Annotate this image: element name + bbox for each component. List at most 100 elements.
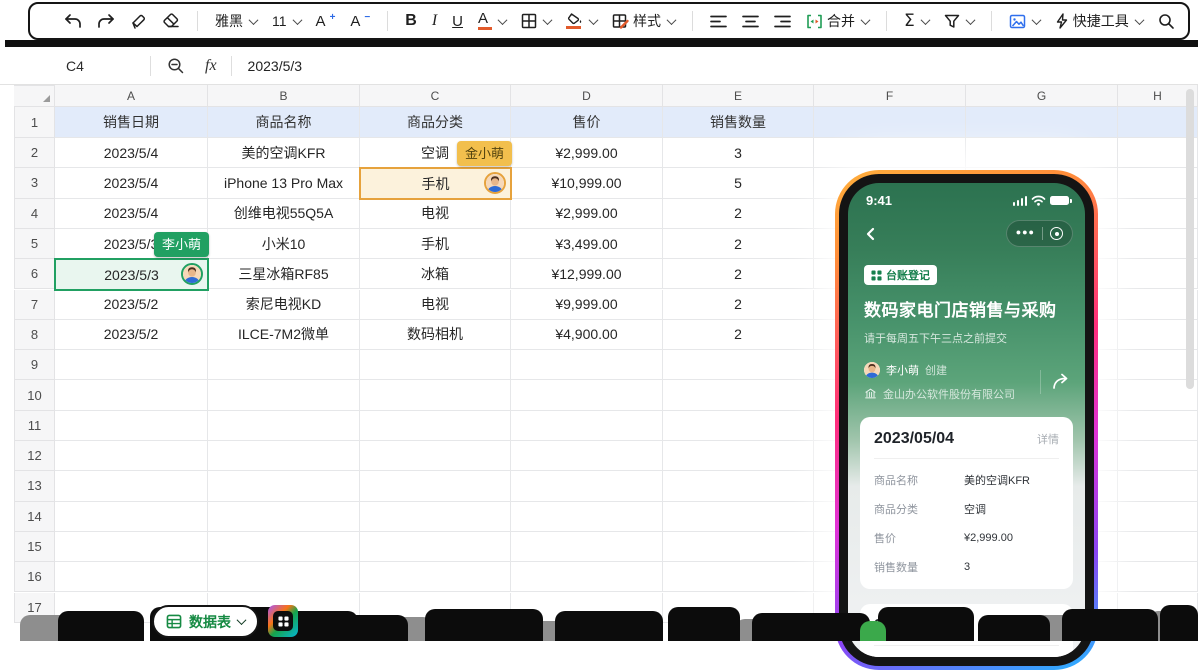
cell-B12[interactable] xyxy=(208,441,360,471)
cell-style-button[interactable]: 样式 xyxy=(612,11,675,31)
cell-G1[interactable] xyxy=(966,107,1118,138)
cell-B3[interactable]: iPhone 13 Pro Max xyxy=(208,168,360,198)
column-header-F[interactable]: F xyxy=(814,85,966,107)
row-header-9[interactable]: 9 xyxy=(14,350,55,380)
cell-B5[interactable]: 小米10 xyxy=(208,229,360,259)
cell-H14[interactable] xyxy=(1118,502,1198,532)
cell-G2[interactable] xyxy=(966,138,1118,168)
cell-D4[interactable]: ¥2,999.00 xyxy=(511,199,663,229)
back-icon[interactable] xyxy=(864,227,876,241)
font-name-select[interactable]: 雅黑 xyxy=(215,11,257,31)
merge-cells-button[interactable]: 合并 xyxy=(806,11,869,31)
cell-A12[interactable] xyxy=(55,441,208,471)
align-right-button[interactable] xyxy=(774,15,791,28)
cell-B7[interactable]: 索尼电视KD xyxy=(208,290,360,320)
cell-A1[interactable]: 销售日期 xyxy=(55,107,208,138)
column-header-G[interactable]: G xyxy=(966,85,1118,107)
row-header-1[interactable]: 1 xyxy=(14,107,55,138)
cell-D3[interactable]: ¥10,999.00 xyxy=(511,168,663,198)
row-header-4[interactable]: 4 xyxy=(14,199,55,229)
apps-launcher-icon[interactable] xyxy=(268,605,298,637)
cell-A3[interactable]: 2023/5/4 xyxy=(55,168,208,198)
eraser-button[interactable] xyxy=(162,13,180,29)
row-header-3[interactable]: 3 xyxy=(14,168,55,198)
cell-B8[interactable]: ILCE-7M2微单 xyxy=(208,320,360,350)
sheet-tab-button[interactable]: 数据表 xyxy=(152,605,259,638)
cell-A10[interactable] xyxy=(55,380,208,410)
cell-E17[interactable] xyxy=(663,593,814,623)
align-center-button[interactable] xyxy=(742,15,759,28)
row-header-6[interactable]: 6 xyxy=(14,259,55,289)
cell-D7[interactable]: ¥9,999.00 xyxy=(511,290,663,320)
cell-E12[interactable] xyxy=(663,441,814,471)
cell-A13[interactable] xyxy=(55,471,208,501)
cell-C10[interactable] xyxy=(360,380,511,410)
cell-E9[interactable] xyxy=(663,350,814,380)
name-box[interactable]: C4 xyxy=(0,58,150,74)
row-header-16[interactable]: 16 xyxy=(14,562,55,592)
font-color-button[interactable]: A xyxy=(478,13,506,30)
cell-E15[interactable] xyxy=(663,532,814,562)
cell-F2[interactable] xyxy=(814,138,966,168)
zoom-out-icon[interactable] xyxy=(167,57,185,75)
cell-B11[interactable] xyxy=(208,411,360,441)
cell-E10[interactable] xyxy=(663,380,814,410)
cell-B15[interactable] xyxy=(208,532,360,562)
bold-button[interactable]: B xyxy=(405,12,417,30)
remote-selection-a6[interactable]: 2023/5/3 李小萌 xyxy=(54,258,209,291)
row-header-13[interactable]: 13 xyxy=(14,471,55,501)
cell-C8[interactable]: 数码相机 xyxy=(360,320,511,350)
share-icon[interactable] xyxy=(1051,372,1073,392)
cell-D8[interactable]: ¥4,900.00 xyxy=(511,320,663,350)
cell-C14[interactable] xyxy=(360,502,511,532)
cell-A14[interactable] xyxy=(55,502,208,532)
cell-B2[interactable]: 美的空调KFR xyxy=(208,138,360,168)
cell-B16[interactable] xyxy=(208,562,360,592)
row-header-11[interactable]: 11 xyxy=(14,411,55,441)
cell-E7[interactable]: 2 xyxy=(663,290,814,320)
italic-button[interactable]: I xyxy=(432,12,437,30)
cell-D2[interactable]: ¥2,999.00 xyxy=(511,138,663,168)
increase-font-button[interactable]: A+ xyxy=(316,13,336,30)
cell-A9[interactable] xyxy=(55,350,208,380)
row-header-17[interactable]: 17 xyxy=(14,593,55,623)
cell-D5[interactable]: ¥3,499.00 xyxy=(511,229,663,259)
cell-C12[interactable] xyxy=(360,441,511,471)
cell-A4[interactable]: 2023/5/4 xyxy=(55,199,208,229)
cell-E14[interactable] xyxy=(663,502,814,532)
cell-E1[interactable]: 销售数量 xyxy=(663,107,814,138)
remote-selection-c3[interactable]: 手机 金小萌 xyxy=(359,167,512,200)
cell-B1[interactable]: 商品名称 xyxy=(208,107,360,138)
cell-E11[interactable] xyxy=(663,411,814,441)
cell-D13[interactable] xyxy=(511,471,663,501)
redo-button[interactable] xyxy=(97,13,115,29)
cell-C4[interactable]: 电视 xyxy=(360,199,511,229)
row-header-14[interactable]: 14 xyxy=(14,502,55,532)
fx-button[interactable]: fx xyxy=(205,57,217,75)
cell-E16[interactable] xyxy=(663,562,814,592)
cell-C6[interactable]: 冰箱 xyxy=(360,259,511,289)
column-header-B[interactable]: B xyxy=(208,85,360,107)
cell-B4[interactable]: 创维电视55Q5A xyxy=(208,199,360,229)
cell-B6[interactable]: 三星冰箱RF85 xyxy=(208,259,360,289)
formula-input[interactable]: 2023/5/3 xyxy=(248,58,303,74)
cell-B13[interactable] xyxy=(208,471,360,501)
row-header-12[interactable]: 12 xyxy=(14,441,55,471)
cell-B14[interactable] xyxy=(208,502,360,532)
cell-C9[interactable] xyxy=(360,350,511,380)
cell-D1[interactable]: 售价 xyxy=(511,107,663,138)
cell-A16[interactable] xyxy=(55,562,208,592)
search-button[interactable] xyxy=(1158,13,1175,30)
cell-H15[interactable] xyxy=(1118,532,1198,562)
cell-D6[interactable]: ¥12,999.00 xyxy=(511,259,663,289)
cell-A15[interactable] xyxy=(55,532,208,562)
cell-A8[interactable]: 2023/5/2 xyxy=(55,320,208,350)
cell-C1[interactable]: 商品分类 xyxy=(360,107,511,138)
cell-D10[interactable] xyxy=(511,380,663,410)
miniprogram-capsule[interactable]: ●●● xyxy=(1006,220,1073,247)
cell-B10[interactable] xyxy=(208,380,360,410)
cell-H11[interactable] xyxy=(1118,411,1198,441)
detail-link[interactable]: 详情 xyxy=(1037,431,1059,447)
row-header-7[interactable]: 7 xyxy=(14,290,55,320)
column-header-D[interactable]: D xyxy=(511,85,663,107)
